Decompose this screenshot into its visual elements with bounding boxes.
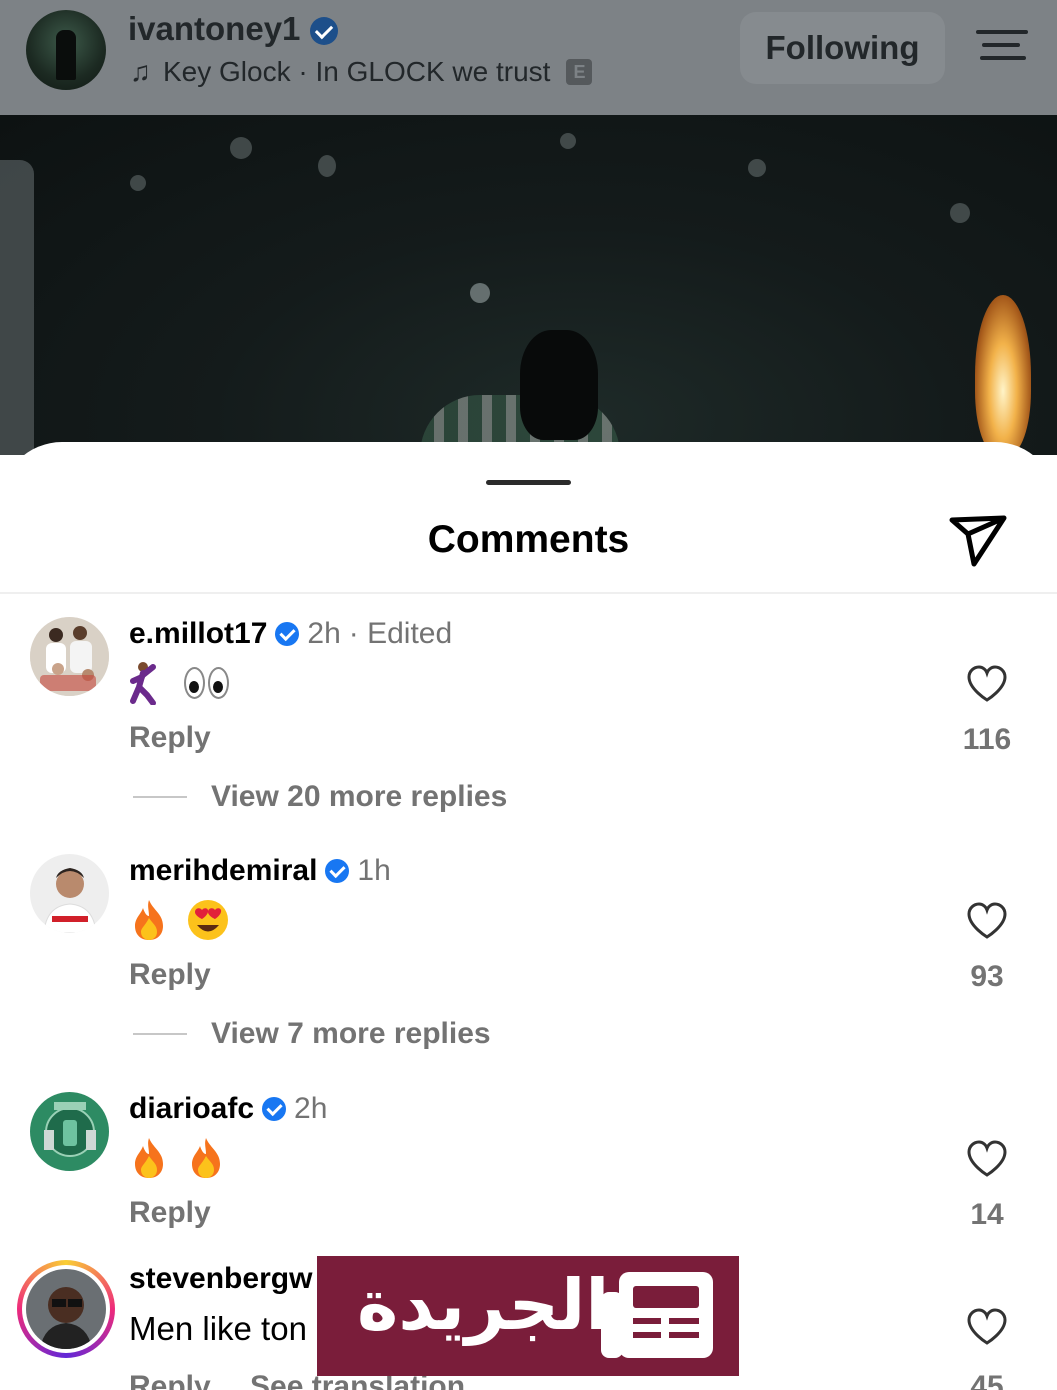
comments-sheet: Comments e.millot17 2h · Edited Reply 11…	[0, 442, 1057, 1390]
comment-avatar[interactable]	[30, 854, 109, 933]
sheet-divider	[0, 592, 1057, 594]
replies-rule	[133, 1033, 187, 1035]
view-replies-button[interactable]: View 7 more replies	[133, 1017, 491, 1051]
newspaper-icon	[601, 1272, 713, 1358]
comment-item: e.millot17 2h · Edited Reply 116 View 20…	[0, 617, 1057, 827]
comment-item: diarioafc 2h Reply 14	[0, 1092, 1057, 1232]
heart-eyes-emoji-icon	[188, 900, 229, 940]
like-count: 93	[970, 960, 1004, 993]
heart-outline-icon[interactable]	[966, 902, 1008, 940]
like-count: 45	[970, 1370, 1004, 1390]
comment-header: diarioafc 2h	[129, 1092, 327, 1126]
comment-edited-label: · Edited	[348, 617, 453, 650]
comment-username[interactable]: merihdemiral	[129, 854, 317, 888]
sheet-drag-handle[interactable]	[486, 480, 571, 485]
view-replies-button[interactable]: View 20 more replies	[133, 780, 507, 814]
comment-header: e.millot17 2h · Edited	[129, 617, 452, 651]
comment-item: merihdemiral 1h Reply 93 View 7 more rep…	[0, 854, 1057, 1064]
post-header: ivantoney1 ♫ Key Glock · In GLOCK we tru…	[0, 0, 1057, 115]
post-author-username[interactable]: ivantoney1	[128, 10, 338, 48]
fire-emoji-icon	[192, 1138, 221, 1178]
reply-button[interactable]: Reply	[129, 1196, 211, 1230]
comment-avatar-story-ring[interactable]	[17, 1260, 115, 1358]
sheet-title: Comments	[427, 518, 630, 561]
reply-button[interactable]: Reply	[129, 958, 211, 992]
post-username-text: ivantoney1	[128, 10, 301, 47]
comment-body	[129, 1136, 226, 1180]
eyes-emoji-icon	[184, 667, 230, 699]
comment-avatar[interactable]	[30, 1092, 109, 1171]
comment-body	[129, 898, 230, 942]
music-note-icon: ♫	[130, 56, 151, 87]
comment-body	[129, 661, 230, 705]
reply-button[interactable]: Reply	[129, 1370, 211, 1390]
comment-text: Men like ton	[129, 1310, 307, 1347]
comment-time: 2h	[307, 617, 341, 650]
comment-username[interactable]: stevenbergw	[129, 1262, 312, 1296]
comment-username[interactable]: diarioafc	[129, 1092, 254, 1126]
comment-avatar[interactable]	[30, 617, 109, 696]
post-photo[interactable]	[0, 115, 1057, 455]
comment-header: merihdemiral 1h	[129, 854, 391, 888]
verified-badge-icon	[262, 1097, 287, 1121]
hamburger-menu-icon[interactable]	[976, 30, 1028, 64]
player-head	[520, 330, 598, 440]
reply-button[interactable]: Reply	[129, 721, 211, 755]
heart-outline-icon[interactable]	[966, 1308, 1008, 1346]
watermark-text: الجريدة	[357, 1264, 610, 1346]
like-count: 116	[962, 723, 1012, 756]
fire-emoji-icon	[135, 900, 163, 940]
verified-badge-icon	[309, 17, 338, 46]
man-dancing-emoji-icon	[130, 662, 156, 705]
comment-header: stevenbergw	[129, 1262, 312, 1296]
following-button[interactable]: Following	[740, 12, 945, 84]
post-music-text: Key Glock · In GLOCK we trust	[163, 56, 551, 87]
comment-time: 2h	[294, 1092, 328, 1125]
comment-username[interactable]: e.millot17	[129, 617, 267, 651]
heart-outline-icon[interactable]	[966, 665, 1008, 703]
like-count: 14	[970, 1198, 1004, 1231]
heart-outline-icon[interactable]	[966, 1140, 1008, 1178]
post-author-avatar[interactable]	[26, 10, 106, 90]
post-music-info[interactable]: ♫ Key Glock · In GLOCK we trust E	[130, 56, 593, 88]
watermark-logo: الجريدة	[317, 1256, 739, 1376]
paper-plane-icon[interactable]	[946, 510, 1010, 570]
view-replies-label: View 7 more replies	[211, 1017, 491, 1050]
replies-rule	[133, 796, 187, 798]
view-replies-label: View 20 more replies	[211, 780, 508, 813]
verified-badge-icon	[275, 622, 300, 646]
fire-emoji-icon	[135, 1138, 163, 1178]
verified-badge-icon	[325, 859, 350, 883]
flare-flame	[975, 295, 1031, 455]
comment-time: 1h	[357, 854, 391, 887]
explicit-badge: E	[566, 59, 593, 85]
